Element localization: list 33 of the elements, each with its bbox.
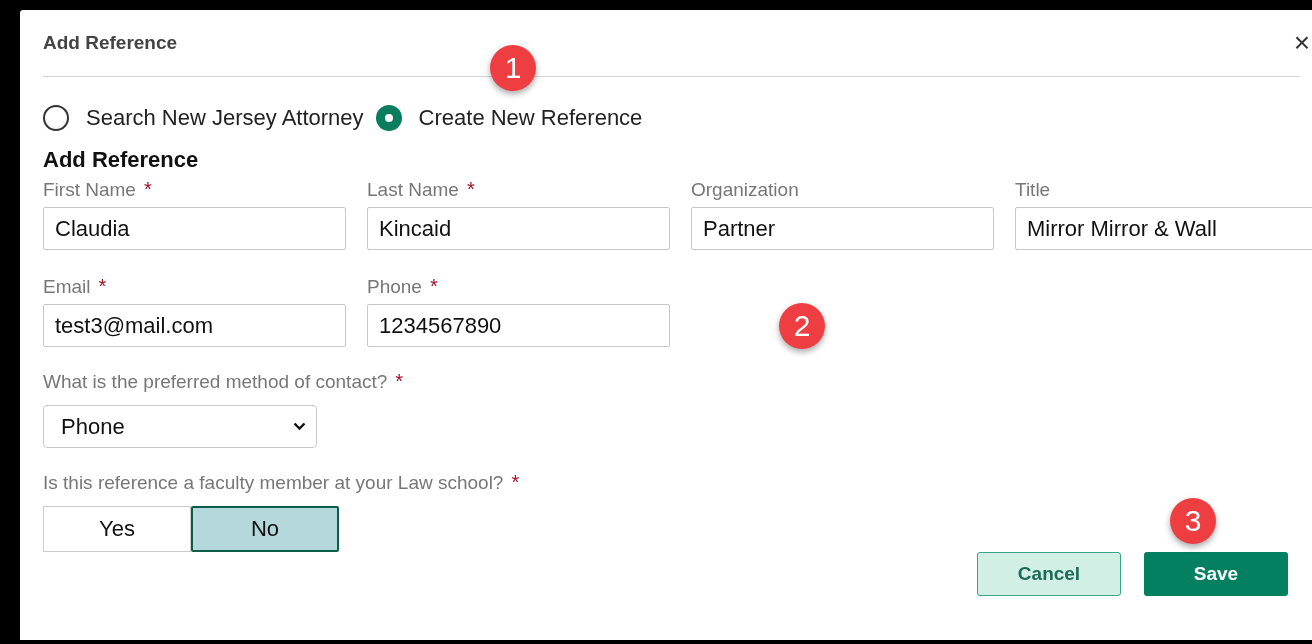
input-field[interactable]: Mirror Mirror & Wall — [1015, 207, 1312, 250]
dialog-title: Add Reference — [43, 32, 178, 54]
toggle-option[interactable]: Yes — [43, 506, 191, 552]
toggle-option[interactable]: No — [191, 506, 339, 552]
required-mark: * — [143, 179, 152, 199]
input-field[interactable]: 1234567890 — [367, 304, 670, 347]
field-label: Email — [43, 276, 91, 298]
field-label: First Name — [43, 179, 136, 201]
input-field[interactable]: Claudia — [43, 207, 346, 250]
question-label: Is this reference a faculty member at your Law school? — [43, 472, 504, 494]
input-field[interactable]: test3@mail.com — [43, 304, 346, 347]
save-button[interactable]: Save — [1144, 552, 1288, 596]
field-label: Organization — [691, 179, 799, 201]
close-button[interactable]: × — [1293, 29, 1310, 57]
field-label: Phone — [367, 276, 422, 298]
contact-dropdown[interactable]: Phone — [43, 405, 317, 448]
input-field[interactable]: Partner — [691, 207, 994, 250]
field-label: Last Name — [367, 179, 459, 201]
question-label: What is the preferred method of contact? — [43, 371, 388, 393]
required-mark: * — [98, 276, 107, 296]
required-mark: * — [395, 371, 404, 391]
chevron-icon — [293, 422, 306, 431]
field-label: Title — [1015, 179, 1051, 201]
radio-label: Search New Jersey Attorney — [86, 105, 364, 131]
radio-button[interactable] — [43, 105, 69, 131]
required-mark: * — [466, 179, 475, 199]
cancel-button[interactable]: Cancel — [977, 552, 1121, 596]
section-title: Add Reference — [43, 147, 200, 173]
input-field[interactable]: Kincaid — [367, 207, 670, 250]
required-mark: * — [511, 472, 520, 492]
required-mark: * — [429, 276, 438, 296]
radio-button[interactable] — [375, 105, 402, 131]
radio-label: Create New Reference — [418, 105, 643, 131]
